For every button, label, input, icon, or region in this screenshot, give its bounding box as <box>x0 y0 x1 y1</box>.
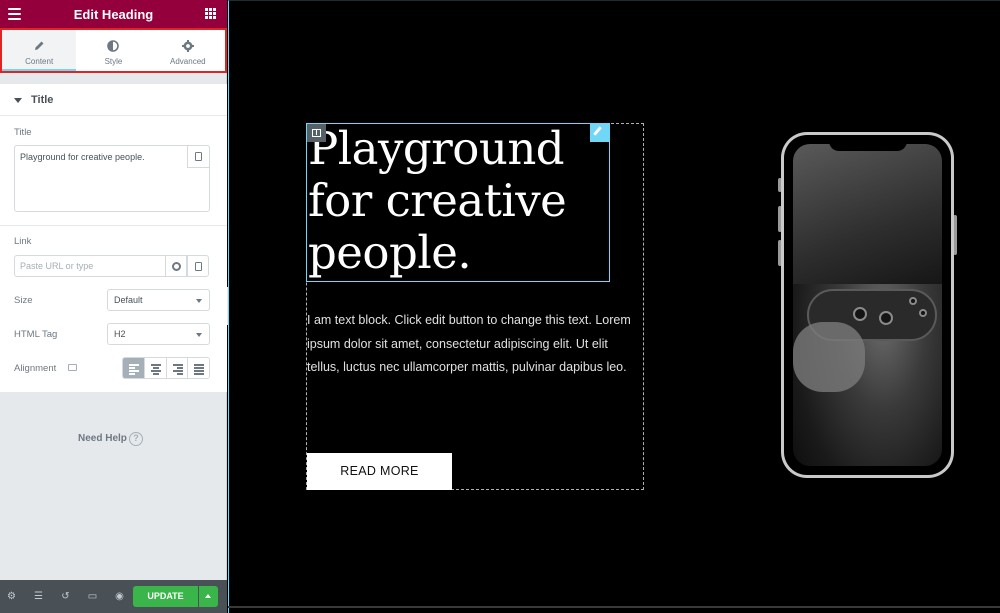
size-select[interactable]: Default <box>107 289 210 311</box>
panel-header: Edit Heading <box>0 0 227 28</box>
panel-tabs: Content Style Advanced <box>0 28 227 73</box>
link-dynamic-button[interactable] <box>187 255 209 277</box>
gear-icon <box>181 40 194 52</box>
align-center-icon <box>150 364 161 376</box>
hero-heading[interactable]: Playground for creative people. <box>308 123 608 279</box>
align-center-button[interactable] <box>144 358 167 378</box>
size-field-label: Size <box>14 295 33 306</box>
alignment-choices <box>122 357 210 379</box>
section-title-label: Title <box>31 94 54 106</box>
responsive-icon[interactable]: ▭ <box>87 591 98 602</box>
widgets-grid-icon[interactable] <box>205 8 216 19</box>
section-title-toggle[interactable]: Title <box>0 84 227 116</box>
link-options-button[interactable] <box>165 255 187 277</box>
align-justify-button[interactable] <box>188 358 209 378</box>
alignment-field-label: Alignment <box>14 363 57 374</box>
title-textarea-value: Playground for creative people. <box>20 152 145 162</box>
desktop-icon[interactable] <box>68 364 77 371</box>
update-options-button[interactable] <box>199 586 218 607</box>
title-field-label: Title <box>14 127 32 138</box>
panel-title: Edit Heading <box>73 7 154 22</box>
need-help-link[interactable]: Need Help <box>78 433 127 444</box>
divider <box>0 225 227 226</box>
read-more-button[interactable]: READ MORE <box>307 453 452 490</box>
column-handle-icon[interactable] <box>307 124 326 142</box>
dynamic-tags-button[interactable] <box>187 146 209 168</box>
preview-eye-icon[interactable]: ◉ <box>114 591 125 602</box>
phone-mockup-image <box>781 132 954 478</box>
settings-icon[interactable]: ⚙ <box>6 591 17 602</box>
align-right-icon <box>172 364 183 376</box>
align-left-button[interactable] <box>123 358 145 378</box>
chevron-down-icon <box>196 299 202 303</box>
link-field-label: Link <box>14 236 32 247</box>
canvas-bottom-edge <box>228 606 1000 608</box>
edit-widget-pencil-icon[interactable] <box>590 123 610 142</box>
align-justify-icon <box>194 364 205 376</box>
link-input-field[interactable] <box>15 256 165 276</box>
layers-icon[interactable]: ☰ <box>33 591 44 602</box>
gear-icon <box>172 262 181 271</box>
history-icon[interactable]: ↺ <box>60 591 71 602</box>
link-input[interactable] <box>14 255 166 277</box>
align-right-button[interactable] <box>166 358 189 378</box>
elementor-editor: Edit Heading Content Style Advanced Titl… <box>0 0 1000 613</box>
html-tag-select[interactable]: H2 <box>107 323 210 345</box>
tab-style[interactable]: Style <box>76 30 150 71</box>
editor-panel: Edit Heading Content Style Advanced Titl… <box>0 0 227 613</box>
hero-text-block[interactable]: I am text block. Click edit button to ch… <box>307 309 637 380</box>
tab-content-label: Content <box>25 57 54 66</box>
database-icon <box>195 262 202 271</box>
chevron-up-icon <box>205 594 211 598</box>
html-tag-select-value: H2 <box>114 329 126 339</box>
chevron-down-icon <box>196 333 202 337</box>
html-tag-field-label: HTML Tag <box>14 329 58 340</box>
size-select-value: Default <box>114 295 143 305</box>
tab-content[interactable]: Content <box>2 30 77 71</box>
pencil-icon <box>35 41 44 50</box>
question-icon[interactable]: ? <box>129 432 143 446</box>
tab-style-label: Style <box>104 57 123 66</box>
update-button[interactable]: UPDATE <box>133 586 198 607</box>
database-icon <box>195 152 202 161</box>
tab-advanced[interactable]: Advanced <box>151 30 225 71</box>
align-left-icon <box>129 364 139 376</box>
title-textarea[interactable]: Playground for creative people. <box>14 145 210 212</box>
caret-down-icon <box>14 98 22 103</box>
tab-advanced-label: Advanced <box>170 57 206 66</box>
half-circle-icon <box>107 40 120 52</box>
